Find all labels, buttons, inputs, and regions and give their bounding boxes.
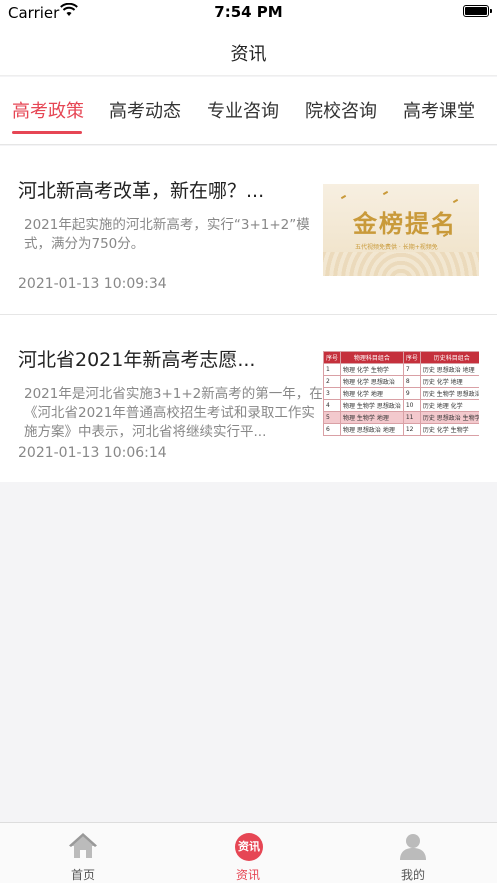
- thumbnail-caption: 五代视频免费供 · 长期+视频免: [355, 244, 438, 251]
- person-icon: [400, 834, 426, 860]
- home-icon: [69, 833, 97, 858]
- tab-gaokao-policy[interactable]: 高考政策: [12, 97, 84, 123]
- table-cell: 9: [402, 387, 421, 400]
- table-cell: 物理 生物学 地理: [340, 411, 404, 424]
- table-cell: 物理 思想政治 地理: [340, 423, 404, 436]
- news-icon: 资讯: [235, 833, 263, 861]
- tabbar-home-label: 首页: [70, 868, 95, 882]
- category-tabs: 高考政策 高考动态 专业咨询 院校咨询 高考课堂: [0, 77, 497, 145]
- table-cell: 4: [323, 399, 342, 412]
- table-cell: 1: [323, 363, 342, 376]
- table-cell: 2: [323, 375, 342, 388]
- table-cell: 历史 生物学 思想政治: [419, 387, 479, 400]
- table-cell: 历史 地理 化学: [419, 399, 479, 412]
- tabbar-home[interactable]: 首页: [23, 823, 143, 883]
- tabbar-mine[interactable]: 我的: [353, 823, 473, 883]
- article-thumbnail: 金榜提名 五代视频免费供 · 长期+视频免: [323, 184, 479, 276]
- table-cell: 8: [402, 375, 421, 388]
- article-thumbnail: 序号 物理科目组合 序号 历史科目组合 1 物理 化学 生物学 7 历史 思想政…: [323, 351, 479, 449]
- table-cell: 6: [323, 423, 342, 436]
- table-cell: 3: [323, 387, 342, 400]
- active-tab-indicator: [12, 131, 82, 134]
- subject-combination-table: 序号 物理科目组合 序号 历史科目组合 1 物理 化学 生物学 7 历史 思想政…: [323, 351, 479, 436]
- table-cell: 7: [402, 363, 421, 376]
- table-header: 序号: [323, 351, 342, 364]
- list-item[interactable]: 河北省2021年新高考志愿... 2021年是河北省实施3+1+2新高考的第一年…: [0, 314, 497, 482]
- table-cell: 12: [402, 423, 421, 436]
- table-cell: 历史 化学 生物学: [419, 423, 479, 436]
- tabbar-news[interactable]: 资讯 资讯: [188, 823, 308, 883]
- table-cell: 物理 生物学 思想政治: [340, 399, 404, 412]
- battery-icon: [463, 5, 492, 17]
- table-header: 序号: [402, 351, 421, 364]
- table-cell: 历史 化学 地理: [419, 375, 479, 388]
- status-time: 7:54 PM: [214, 3, 283, 21]
- thumbnail-headline: 金榜提名: [353, 209, 457, 238]
- status-bar: Carrier 7:54 PM: [0, 0, 497, 26]
- tabbar-mine-label: 我的: [400, 868, 425, 882]
- article-summary: 2021年是河北省实施3+1+2新高考的第一年，在《河北省2021年普通高校招生…: [24, 386, 323, 440]
- table-cell: 11: [402, 411, 421, 424]
- table-cell: 历史 思想政治 生物学: [419, 411, 479, 424]
- table-cell: 10: [402, 399, 421, 412]
- article-date: 2021-01-13 10:09:34: [18, 276, 167, 292]
- table-cell: 物理 化学 思想政治: [340, 375, 404, 388]
- table-cell: 历史 思想政治 地理: [419, 363, 479, 376]
- tab-gaokao-class[interactable]: 高考课堂: [403, 97, 475, 123]
- article-summary: 2021年起实施的河北新高考，实行“3+1+2”模式，满分为750分。: [24, 217, 310, 252]
- table-cell: 5: [323, 411, 342, 424]
- article-date: 2021-01-13 10:06:14: [18, 445, 167, 461]
- article-title: 河北省2021年新高考志愿...: [18, 349, 256, 371]
- table-cell: 物理 化学 生物学: [340, 363, 404, 376]
- tab-gaokao-news[interactable]: 高考动态: [109, 97, 181, 123]
- page-title: 资讯: [230, 44, 267, 65]
- table-header: 物理科目组合: [340, 351, 404, 364]
- nav-bar: 资讯: [0, 26, 497, 76]
- tab-college-consult[interactable]: 院校咨询: [305, 97, 377, 123]
- article-title: 河北新高考改革，新在哪？...: [18, 180, 265, 202]
- tab-major-consult[interactable]: 专业咨询: [207, 97, 279, 123]
- bottom-tab-bar: 首页 资讯 资讯 我的: [0, 822, 497, 883]
- list-item[interactable]: 河北新高考改革，新在哪？... 2021年起实施的河北新高考，实行“3+1+2”…: [0, 146, 497, 314]
- tabbar-news-label: 资讯: [235, 868, 260, 882]
- article-list: 河北新高考改革，新在哪？... 2021年起实施的河北新高考，实行“3+1+2”…: [0, 146, 497, 482]
- table-cell: 物理 化学 地理: [340, 387, 404, 400]
- table-header: 历史科目组合: [419, 351, 479, 364]
